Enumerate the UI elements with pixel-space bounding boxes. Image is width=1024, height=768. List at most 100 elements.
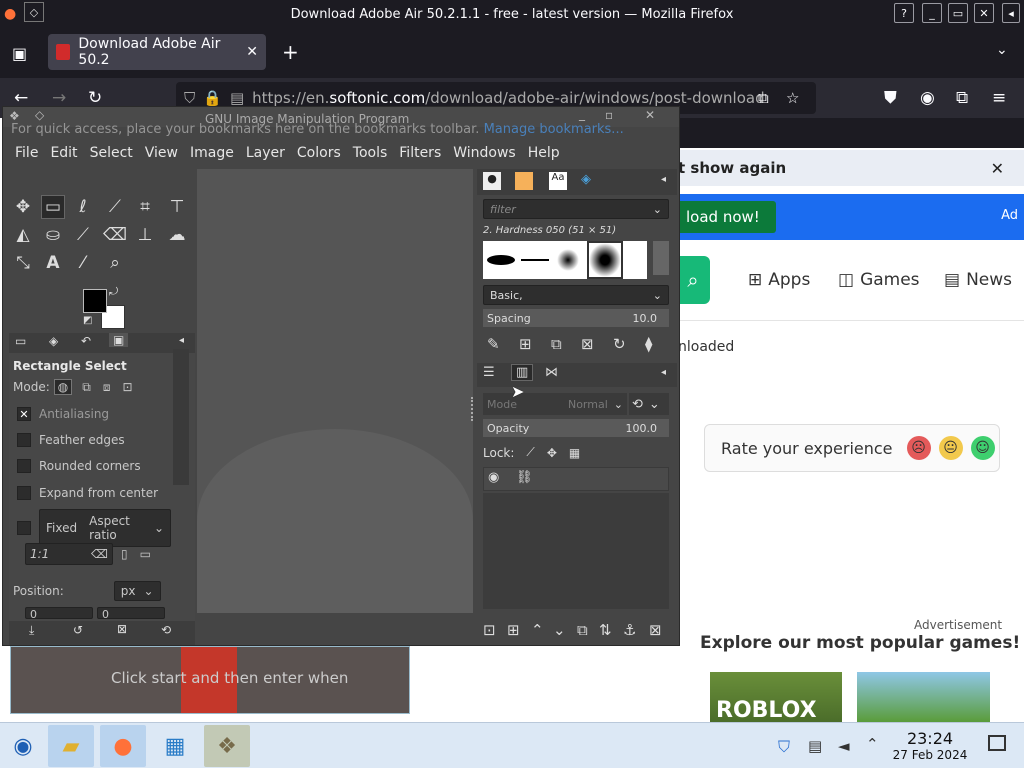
- delete-brush-icon[interactable]: ⊠: [581, 335, 594, 353]
- expand-checkbox[interactable]: [17, 486, 31, 500]
- nav-news[interactable]: ▤ News: [944, 270, 1012, 290]
- tray-expand-icon[interactable]: ⌃: [866, 735, 879, 753]
- gimp-window-menu-icon[interactable]: ◇: [35, 108, 44, 122]
- network-icon[interactable]: ⛉: [778, 737, 790, 757]
- rounded-option[interactable]: Rounded corners: [17, 459, 141, 473]
- menu-select[interactable]: Select: [90, 145, 133, 161]
- gimp-taskbar-icon[interactable]: ❖: [204, 725, 250, 767]
- fixed-checkbox[interactable]: [17, 521, 31, 535]
- show-desktop-icon[interactable]: [988, 735, 1006, 751]
- search-button[interactable]: ⌕: [676, 256, 710, 304]
- volume-muted-icon[interactable]: ◄: [838, 737, 850, 755]
- zoom-tool-icon[interactable]: ⌕: [103, 251, 127, 275]
- manage-bookmarks-link[interactable]: Manage bookmarks...: [484, 122, 624, 137]
- default-colors-icon[interactable]: ◩: [83, 315, 92, 326]
- tab-undo-history-icon[interactable]: ↶: [81, 334, 91, 348]
- layer-mode-dropdown[interactable]: Mode Normal ⌄: [483, 393, 627, 415]
- tab-channels-icon[interactable]: ▥: [511, 364, 534, 381]
- file-manager-icon[interactable]: ▰: [48, 725, 94, 767]
- clear-icon[interactable]: ⌫: [91, 547, 108, 561]
- spacing-slider[interactable]: Spacing 10.0: [483, 309, 669, 327]
- restore-options-icon[interactable]: ↺: [73, 623, 83, 637]
- tab-list-icon[interactable]: ▣: [12, 44, 27, 63]
- permissions-icon[interactable]: ▤: [230, 89, 244, 107]
- rounded-checkbox[interactable]: [17, 459, 31, 473]
- firefox-taskbar-icon[interactable]: ●: [100, 725, 146, 767]
- clipboard-icon[interactable]: ▤: [808, 737, 822, 755]
- menu-file[interactable]: File: [15, 145, 38, 161]
- brush-filter-input[interactable]: filter ⌄: [483, 199, 669, 219]
- move-tool-icon[interactable]: ✥: [11, 195, 35, 219]
- extra-button[interactable]: ◂: [1002, 3, 1020, 23]
- crop-tool-icon[interactable]: ⌗: [133, 195, 157, 219]
- extensions-icon[interactable]: ⧉: [956, 88, 968, 108]
- help-button[interactable]: ?: [894, 3, 914, 23]
- portrait-icon[interactable]: ▯: [121, 547, 128, 561]
- composite-mode-button[interactable]: ⟲ ⌄: [629, 393, 669, 415]
- warp-tool-icon[interactable]: ◭: [11, 223, 35, 247]
- feather-option[interactable]: Feather edges: [17, 433, 125, 447]
- tab-paths-icon[interactable]: ⋈: [545, 365, 558, 380]
- tab-adobe-air[interactable]: Download Adobe Air 50.2 ✕: [48, 34, 266, 70]
- menu-windows[interactable]: Windows: [453, 145, 516, 161]
- paths-tool-icon[interactable]: ⤡: [11, 251, 35, 275]
- reload-icon[interactable]: ↻: [88, 88, 102, 108]
- chain-icon[interactable]: ⛓: [516, 470, 533, 485]
- sad-face-icon[interactable]: ☹: [906, 436, 931, 460]
- merge-layer-icon[interactable]: ⇅: [599, 621, 612, 639]
- lock-pixels-icon[interactable]: ⟋: [526, 445, 534, 460]
- pos-y-input[interactable]: 0: [97, 607, 165, 619]
- mode-replace-icon[interactable]: ◍: [53, 379, 73, 395]
- menu-view[interactable]: View: [145, 145, 178, 161]
- brush-grid[interactable]: [483, 241, 647, 279]
- menu-filters[interactable]: Filters: [399, 145, 441, 161]
- reset-options-icon[interactable]: ⟲: [161, 623, 171, 637]
- color-picker-icon[interactable]: ⁄: [71, 251, 95, 275]
- lock-position-icon[interactable]: ✥: [547, 446, 557, 460]
- start-button-icon[interactable]: ◉: [0, 725, 46, 767]
- menu-edit[interactable]: Edit: [50, 145, 77, 161]
- save-options-icon[interactable]: ⤓: [29, 623, 34, 638]
- swap-colors-icon[interactable]: ⤾: [109, 285, 118, 299]
- bookmark-star-icon[interactable]: ☆: [786, 89, 799, 107]
- unit-dropdown[interactable]: px ⌄: [113, 581, 161, 601]
- maximize-button[interactable]: ▭: [948, 3, 968, 23]
- layers-list[interactable]: [483, 493, 669, 609]
- brush-line[interactable]: [521, 259, 549, 261]
- eye-icon[interactable]: ◉: [488, 470, 499, 485]
- tab-brushes-icon[interactable]: ●: [483, 172, 501, 190]
- close-tab-icon[interactable]: ✕: [246, 44, 258, 60]
- new-layer-icon[interactable]: ⊡: [483, 621, 496, 639]
- eraser-icon[interactable]: ⌫: [103, 223, 127, 247]
- bucket-fill-icon[interactable]: ⛀: [41, 223, 65, 247]
- shield-icon[interactable]: ⛉: [184, 89, 195, 107]
- fuzzy-select-tool-icon[interactable]: ⟋: [103, 195, 127, 219]
- mode-subtract-icon[interactable]: ⧈: [103, 380, 111, 395]
- transform-tool-icon[interactable]: ⊤: [165, 195, 189, 219]
- smudge-tool-icon[interactable]: ☁: [165, 223, 189, 247]
- mode-add-icon[interactable]: ⧉: [82, 380, 91, 395]
- minecraft-thumbnail[interactable]: [857, 672, 990, 722]
- menu-image[interactable]: Image: [190, 145, 234, 161]
- delete-layer-icon[interactable]: ⊠: [649, 621, 662, 639]
- brush-selected[interactable]: [587, 241, 623, 279]
- foreground-color-swatch[interactable]: [83, 289, 107, 313]
- brush-ellipse[interactable]: [487, 255, 515, 265]
- new-tab-button[interactable]: +: [282, 40, 299, 64]
- menu-icon[interactable]: ≡: [992, 88, 1006, 108]
- duplicate-brush-icon[interactable]: ⧉: [551, 335, 562, 353]
- tab-device-status-icon[interactable]: ◈: [49, 334, 58, 348]
- lock-alpha-icon[interactable]: ▦: [569, 446, 580, 460]
- panel-menu-icon[interactable]: ◂: [179, 335, 184, 346]
- account-icon[interactable]: ◉: [920, 88, 935, 108]
- download-now-button[interactable]: load now!: [676, 201, 776, 233]
- open-brush-folder-icon[interactable]: ⧫: [645, 335, 652, 353]
- taskbar-clock[interactable]: 23:24 27 Feb 2024: [890, 729, 970, 762]
- list-all-tabs-icon[interactable]: ⌄: [996, 42, 1008, 58]
- brush-scrollbar[interactable]: [653, 241, 669, 275]
- landscape-icon[interactable]: ▭: [140, 547, 151, 561]
- close-notice-icon[interactable]: ✕: [991, 159, 1004, 178]
- layers-menu-icon[interactable]: ◂: [661, 367, 666, 378]
- tab-patterns-icon[interactable]: [515, 172, 533, 190]
- menu-colors[interactable]: Colors: [297, 145, 341, 161]
